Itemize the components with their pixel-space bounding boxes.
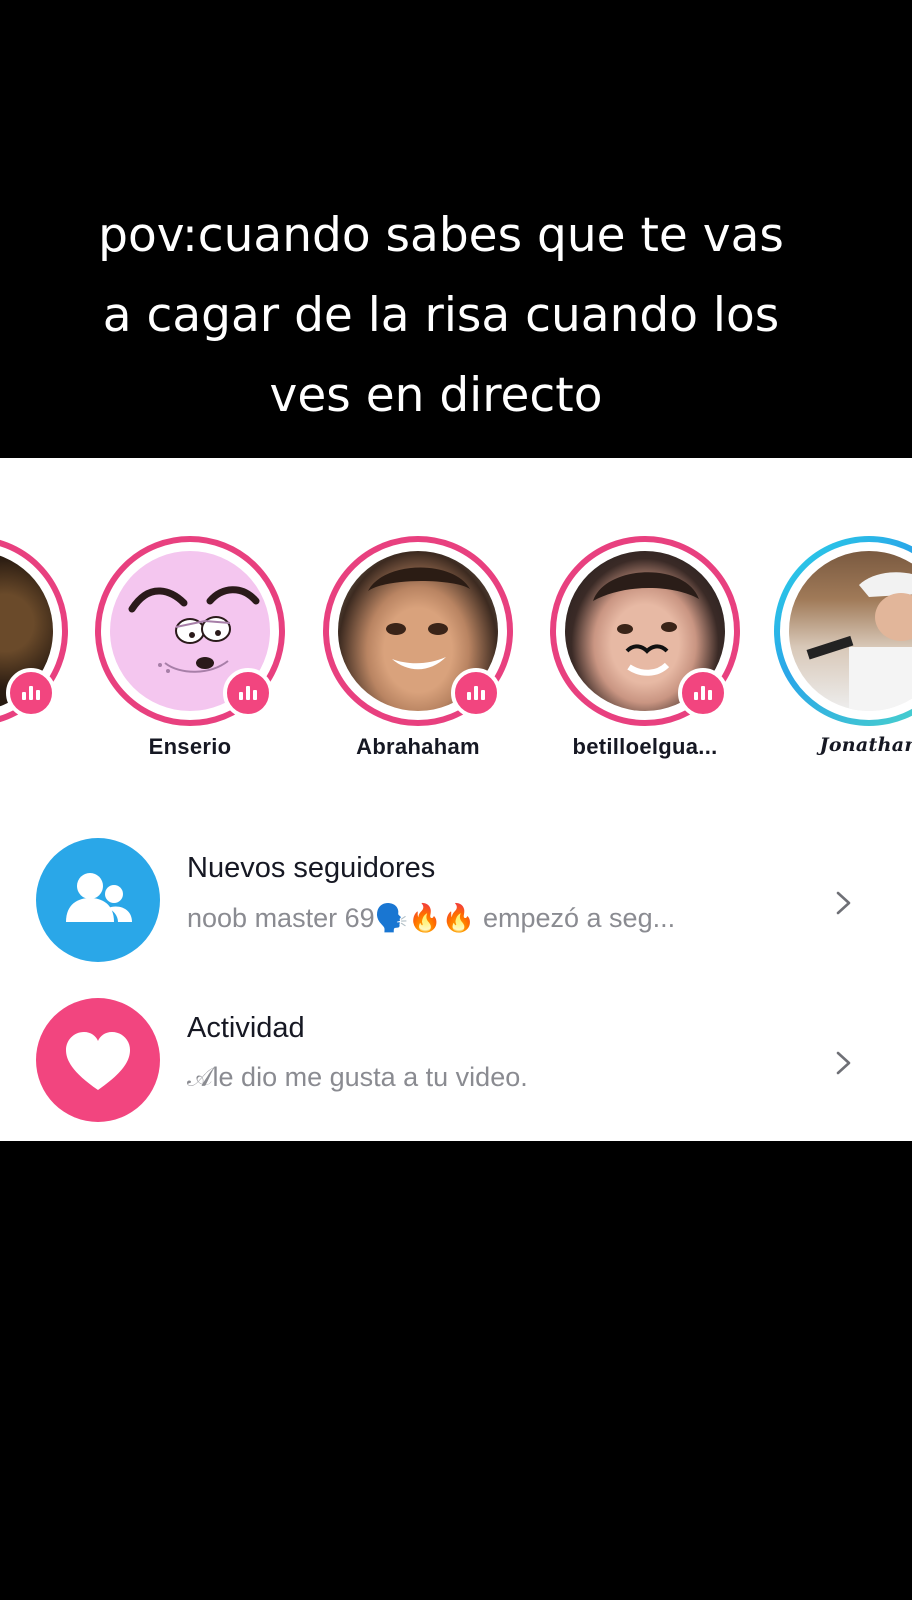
story-name: Abrahaham: [356, 734, 480, 759]
story-ring[interactable]: [774, 536, 912, 726]
chevron-right-icon: [836, 1051, 851, 1075]
caption-line-2: a cagar de la risa cuando los: [102, 288, 780, 343]
live-badge-icon: [678, 668, 728, 718]
story-item[interactable]: Jonathan: [766, 536, 912, 756]
row-subtitle: 𝒜le dio me gusta a tu video.: [187, 1062, 528, 1092]
caption-line-1: pov:cuando sabes que te vas: [98, 208, 784, 263]
chevron-right-icon: [836, 891, 851, 915]
story-item[interactable]: [0, 536, 76, 734]
live-ring[interactable]: [95, 536, 285, 726]
people-icon: [66, 873, 132, 922]
row-subtitle: noob master 69🗣️🔥🔥 empezó a seg...: [187, 903, 676, 933]
caption-line-3: ves en directo: [269, 368, 603, 423]
activity-row[interactable]: Actividad 𝒜le dio me gusta a tu video.: [0, 998, 912, 1126]
activity-icon: [36, 998, 160, 1122]
story-item[interactable]: Abrahaham: [315, 536, 521, 760]
story-name: Jonathan: [819, 734, 912, 756]
avatar: [789, 551, 912, 711]
new-followers-icon: [36, 838, 160, 962]
heart-icon: [66, 1032, 130, 1090]
live-badge-icon: [451, 668, 501, 718]
story-item[interactable]: Enserio: [87, 536, 293, 760]
row-title: Nuevos seguidores: [187, 852, 436, 884]
row-title: Actividad: [187, 1012, 305, 1044]
live-ring[interactable]: [0, 536, 68, 726]
video-caption: pov:cuando sabes que te vas a cagar de l…: [0, 196, 912, 436]
live-badge-icon: [223, 668, 273, 718]
story-name: betilloelgua...: [572, 734, 718, 759]
live-ring[interactable]: [550, 536, 740, 726]
new-followers-row[interactable]: Nuevos seguidores noob master 69🗣️🔥🔥 emp…: [0, 838, 912, 966]
story-item[interactable]: betilloelgua...: [542, 536, 748, 760]
live-ring[interactable]: [323, 536, 513, 726]
live-badge-icon: [6, 668, 56, 718]
story-name: Enserio: [148, 734, 232, 759]
inbox-panel: Enserio Abrahaham betilloelgua... Jonath…: [0, 458, 912, 1141]
